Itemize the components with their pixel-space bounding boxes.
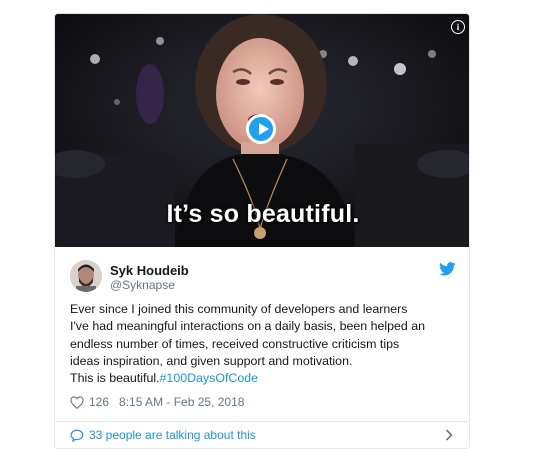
- tweet-text-line: This is beautiful.#100DaysOfCode: [70, 370, 460, 387]
- play-button[interactable]: [246, 114, 276, 144]
- tweet-text-last: This is beautiful.: [70, 371, 160, 386]
- author-handle[interactable]: @Syknapse: [110, 278, 175, 292]
- heart-icon[interactable]: [70, 395, 84, 409]
- timestamp[interactable]: 8:15 AM - Feb 25, 2018: [119, 395, 244, 409]
- conversation-link[interactable]: 33 people are talking about this: [70, 427, 453, 443]
- tweet-text-line: I've had meaningful interactions on a da…: [70, 319, 426, 334]
- hashtag-link[interactable]: #100DaysOfCode: [160, 371, 259, 385]
- tweet-text-line: endless number of times, received constr…: [70, 336, 400, 351]
- twitter-bird-icon[interactable]: [439, 262, 456, 276]
- speech-bubble-icon: [70, 429, 84, 442]
- divider: [55, 421, 469, 422]
- chevron-right-icon: [445, 429, 453, 441]
- tweet-text: Ever since I joined this community of de…: [70, 301, 460, 387]
- author-name[interactable]: Syk Houdeib: [110, 263, 189, 278]
- video-caption: It’s so beautiful.: [166, 200, 360, 228]
- avatar[interactable]: [70, 260, 102, 292]
- tweet-text-line: ideas inspiration, and given support and…: [70, 353, 353, 368]
- tweet-header: Syk Houdeib @Syknapse: [70, 259, 456, 293]
- tweet-media-video[interactable]: It’s so beautiful. i: [55, 14, 469, 247]
- tweet-meta: 126 8:15 AM - Feb 25, 2018: [70, 394, 244, 410]
- avatar-image: [70, 260, 102, 292]
- embedded-tweet-card[interactable]: It’s so beautiful. i Syk Houdeib @Syknap…: [54, 13, 470, 449]
- tweet-text-line: Ever since I joined this community of de…: [70, 302, 408, 316]
- like-count[interactable]: 126: [89, 395, 109, 409]
- conversation-text: 33 people are talking about this: [89, 428, 256, 442]
- info-icon[interactable]: i: [451, 20, 465, 34]
